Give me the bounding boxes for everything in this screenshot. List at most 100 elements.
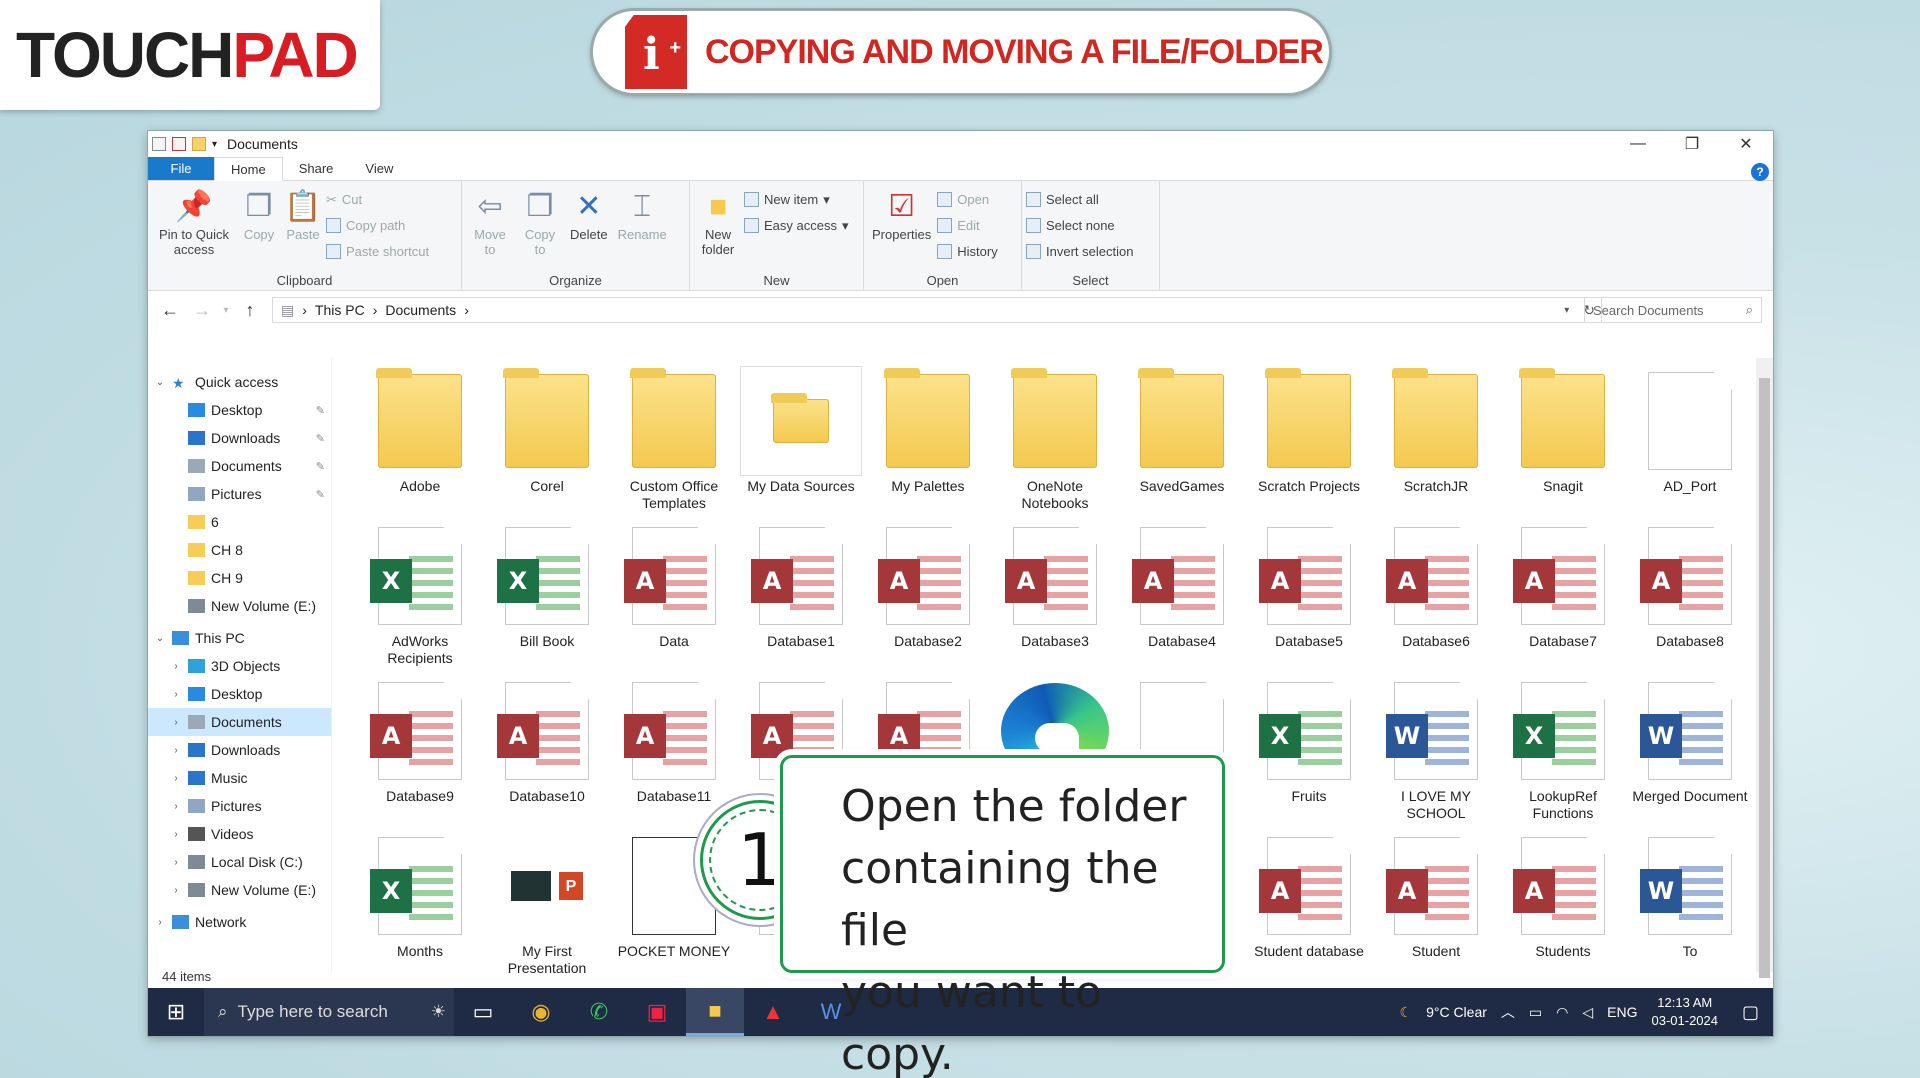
nav-item-pictures[interactable]: Pictures ✎ (148, 480, 331, 508)
breadcrumb-documents[interactable]: Documents (385, 302, 456, 318)
expand-chevron-icon[interactable]: › (170, 773, 182, 784)
file-item[interactable]: A Data (613, 521, 735, 650)
windows-start-icon[interactable]: ⊞ (148, 999, 204, 1025)
file-item[interactable]: A Database6 (1375, 521, 1497, 650)
file-item[interactable]: A Database3 (994, 521, 1116, 650)
paste-shortcut-button[interactable]: Paste shortcut (326, 241, 429, 262)
explorer-app-icon[interactable] (152, 137, 166, 151)
file-item[interactable]: W To (1629, 831, 1751, 960)
tab-home[interactable]: Home (214, 157, 283, 181)
file-item[interactable]: My Data Sources (740, 366, 862, 495)
invert-selection-button[interactable]: Invert selection (1026, 241, 1133, 262)
nav-item-documents[interactable]: Documents ✎ (148, 452, 331, 480)
chrome-icon[interactable]: ◉ (512, 988, 570, 1036)
expand-chevron-icon[interactable]: › (170, 857, 182, 868)
cut-button[interactable]: ✂ Cut (326, 189, 429, 210)
breadcrumb-this-pc[interactable]: This PC (315, 302, 365, 318)
rename-button[interactable]: ⌶ Rename (614, 185, 671, 270)
tab-view[interactable]: View (349, 157, 409, 180)
copy-to-button[interactable]: ❐ Copy to (516, 185, 564, 270)
nav-item-6[interactable]: 6 (148, 508, 331, 536)
file-item[interactable]: X Bill Book (486, 521, 608, 650)
animate-app-icon[interactable]: ▣ (628, 988, 686, 1036)
back-arrow-icon[interactable]: ← (154, 300, 186, 321)
file-item[interactable]: Custom Office Templates (613, 366, 735, 512)
file-item[interactable]: X LookupRef Functions (1502, 676, 1624, 822)
nav-item-new-volume-e[interactable]: › New Volume (E:) (148, 876, 331, 904)
pin-to-quick-access-button[interactable]: 📌 Pin to Quick access (152, 185, 236, 270)
file-item[interactable]: A Database5 (1248, 521, 1370, 650)
file-item[interactable]: My Palettes (867, 366, 989, 495)
file-item[interactable]: A Student database (1248, 831, 1370, 960)
nav-item-music[interactable]: › Music (148, 764, 331, 792)
acrobat-icon[interactable]: ▲ (744, 988, 802, 1036)
tab-share[interactable]: Share (283, 157, 350, 180)
file-item[interactable]: ScratchJR (1375, 366, 1497, 495)
nav-item-new-volume-e[interactable]: New Volume (E:) (148, 592, 331, 620)
copy-path-button[interactable]: Copy path (326, 215, 429, 236)
nav-item-this-pc[interactable]: ⌄ This PC (148, 624, 331, 652)
expand-chevron-icon[interactable]: › (170, 829, 182, 840)
delete-button[interactable]: ✕ Delete (566, 185, 612, 270)
new-item-button[interactable]: New item ▾ (744, 189, 849, 210)
select-none-button[interactable]: Select none (1026, 215, 1133, 236)
weather-text[interactable]: 9°C Clear (1426, 1004, 1487, 1020)
file-item[interactable]: A Students (1502, 831, 1624, 960)
nav-item-ch-8[interactable]: CH 8 (148, 536, 331, 564)
taskbar-search[interactable]: ⌕ Type here to search ☀ (204, 988, 454, 1036)
battery-icon[interactable]: ▭ (1529, 1004, 1542, 1021)
expand-chevron-icon[interactable]: › (170, 689, 182, 700)
easy-access-button[interactable]: Easy access ▾ (744, 215, 849, 236)
nav-item-local-disk-c[interactable]: › Local Disk (C:) (148, 848, 331, 876)
file-item[interactable]: Snagit (1502, 366, 1624, 495)
clock[interactable]: 12:13 AM 03-01-2024 (1651, 994, 1718, 1030)
wifi-icon[interactable]: ◠ (1556, 1004, 1568, 1021)
file-item[interactable]: P My First Presentation (486, 831, 608, 977)
file-item[interactable]: A Database8 (1629, 521, 1751, 650)
file-item[interactable]: Scratch Projects (1248, 366, 1370, 495)
expand-chevron-icon[interactable]: › (170, 661, 182, 672)
file-item[interactable]: WI LOVE MY SCHOOL (1375, 676, 1497, 822)
file-item[interactable]: A Database1 (740, 521, 862, 650)
file-item[interactable]: A Student (1375, 831, 1497, 960)
close-button[interactable]: ✕ (1719, 131, 1773, 157)
file-item[interactable]: X AdWorks Recipients (359, 521, 481, 667)
file-item[interactable]: A Database9 (359, 676, 481, 805)
nav-item-quick-access[interactable]: ⌄ ★ Quick access (148, 368, 331, 396)
file-item[interactable]: A Database10 (486, 676, 608, 805)
customize-toolbar-chevron-icon[interactable]: ▾ (212, 139, 217, 150)
file-item[interactable]: A Database7 (1502, 521, 1624, 650)
history-button[interactable]: History (937, 241, 998, 262)
nav-item-downloads[interactable]: › Downloads (148, 736, 331, 764)
expand-chevron-icon[interactable]: › (154, 917, 166, 928)
notifications-icon[interactable]: ▢ (1742, 1002, 1759, 1023)
restore-button[interactable]: ❐ (1665, 131, 1719, 157)
move-to-button[interactable]: ⇦ Move to (466, 185, 514, 270)
expand-chevron-icon[interactable]: › (170, 717, 182, 728)
nav-item-documents[interactable]: › Documents (148, 708, 331, 736)
file-item[interactable]: A Database4 (1121, 521, 1243, 650)
file-item[interactable]: AD_Port (1629, 366, 1751, 495)
volume-icon[interactable]: ◁ (1582, 1004, 1593, 1021)
whatsapp-icon[interactable]: ✆ (570, 988, 628, 1036)
select-all-button[interactable]: Select all (1026, 189, 1133, 210)
nav-item-network[interactable]: › Network (148, 908, 331, 936)
file-item[interactable]: A Database2 (867, 521, 989, 650)
nav-item-downloads[interactable]: Downloads ✎ (148, 424, 331, 452)
file-item[interactable]: SavedGames (1121, 366, 1243, 495)
new-folder-button[interactable]: ■ New folder (694, 185, 742, 270)
vertical-scrollbar[interactable] (1756, 358, 1773, 978)
nav-item-ch-9[interactable]: CH 9 (148, 564, 331, 592)
paste-button[interactable]: 📋 Paste (282, 185, 324, 270)
expand-chevron-icon[interactable]: › (170, 885, 182, 896)
nav-item-3d-objects[interactable]: › 3D Objects (148, 652, 331, 680)
expand-chevron-icon[interactable]: ⌄ (154, 377, 166, 388)
expand-chevron-icon[interactable]: ⌄ (154, 633, 166, 644)
expand-chevron-icon[interactable]: › (170, 801, 182, 812)
file-item[interactable]: Corel (486, 366, 608, 495)
nav-item-desktop[interactable]: › Desktop (148, 680, 331, 708)
up-arrow-icon[interactable]: ↑ (234, 300, 266, 321)
copy-button[interactable]: ❐ Copy (238, 185, 280, 270)
file-item[interactable]: W Merged Document (1629, 676, 1751, 805)
new-folder-quick-icon[interactable] (192, 137, 206, 151)
